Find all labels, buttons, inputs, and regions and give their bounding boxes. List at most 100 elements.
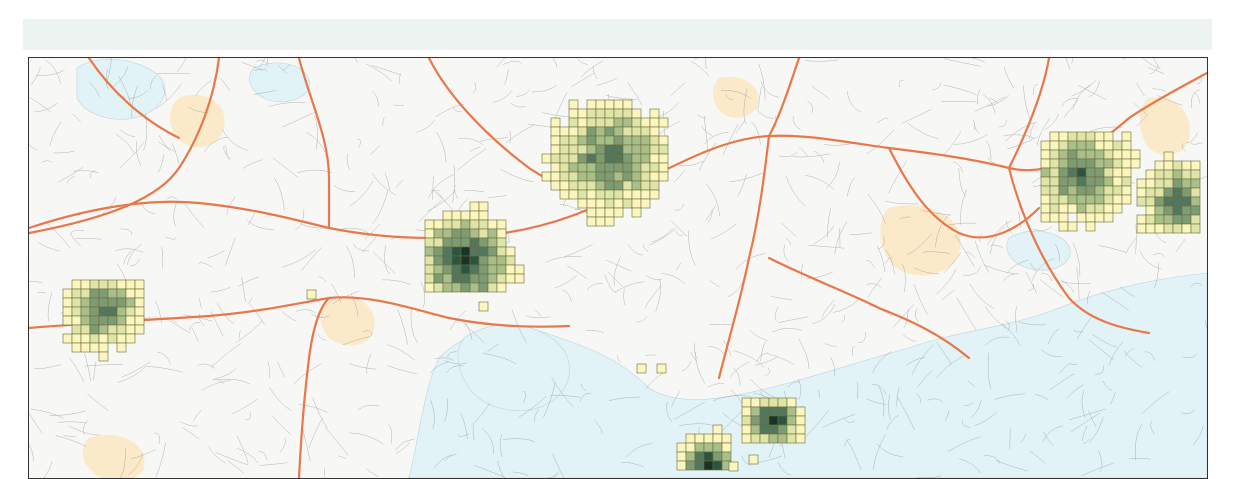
grid-cell: [1050, 213, 1059, 222]
grid-cell: [117, 334, 126, 343]
grid-cell: [434, 274, 443, 283]
grid-cell: [1095, 150, 1104, 159]
grid-cell: [1059, 168, 1068, 177]
grid-cell: [90, 316, 99, 325]
grid-cell: [641, 181, 650, 190]
grid-cell: [677, 443, 686, 452]
grid-cell: [1182, 215, 1191, 224]
grid-cell: [704, 443, 713, 452]
grid-cell: [117, 280, 126, 289]
grid-cell: [425, 229, 434, 238]
grid-cell: [1095, 159, 1104, 168]
grid-cell: [578, 145, 587, 154]
grid-cell: [614, 154, 623, 163]
grid-cell: [623, 181, 632, 190]
grid-cell: [729, 462, 738, 471]
grid-cell: [713, 461, 722, 470]
grid-cell: [470, 202, 479, 211]
grid-cell: [434, 265, 443, 274]
grid-cell: [1086, 168, 1095, 177]
grid-cell: [578, 154, 587, 163]
grid-cell: [1122, 195, 1131, 204]
grid-cell: [587, 208, 596, 217]
grid-cell: [90, 334, 99, 343]
grid-cell: [650, 190, 659, 199]
grid-cell: [578, 199, 587, 208]
grid-cell: [659, 163, 668, 172]
grid-cell: [769, 416, 778, 425]
grid-cell: [479, 256, 488, 265]
grid-cell: [1068, 204, 1077, 213]
grid-cell: [778, 398, 787, 407]
grid-cell: [551, 127, 560, 136]
grid-cell: [1086, 177, 1095, 186]
grid-cell: [117, 325, 126, 334]
grid-cell: [81, 343, 90, 352]
grid-cell: [1059, 222, 1068, 231]
grid-cell: [587, 181, 596, 190]
grid-cell: [769, 434, 778, 443]
grid-cell: [1137, 215, 1146, 224]
grid-cell: [587, 118, 596, 127]
grid-cell: [90, 343, 99, 352]
grid-cell: [488, 283, 497, 292]
grid-cell: [497, 247, 506, 256]
grid-cell: [751, 398, 760, 407]
grid-cell: [515, 265, 524, 274]
grid-cell: [1095, 204, 1104, 213]
grid-cell: [452, 283, 461, 292]
grid-cell: [632, 109, 641, 118]
grid-cell: [452, 211, 461, 220]
grid-cell: [742, 416, 751, 425]
grid-cell: [686, 434, 695, 443]
grid-cell: [497, 238, 506, 247]
grid-cell: [641, 118, 650, 127]
grid-cell: [1146, 170, 1155, 179]
grid-cell: [1095, 213, 1104, 222]
grid-cell: [605, 172, 614, 181]
grid-cell: [569, 190, 578, 199]
grid-cell: [99, 307, 108, 316]
grid-cell: [1041, 186, 1050, 195]
grid-cell: [126, 334, 135, 343]
grid-cell: [659, 136, 668, 145]
grid-cell: [641, 199, 650, 208]
grid-cell: [659, 154, 668, 163]
grid-cell: [1086, 204, 1095, 213]
grid-cell: [1173, 197, 1182, 206]
grid-cell: [90, 289, 99, 298]
grid-cell: [1164, 179, 1173, 188]
grid-cell: [117, 307, 126, 316]
grid-cell: [1182, 170, 1191, 179]
grid-cell: [63, 289, 72, 298]
grid-cell: [1041, 195, 1050, 204]
grid-cell: [623, 145, 632, 154]
grid-cell: [1086, 195, 1095, 204]
grid-cell: [488, 274, 497, 283]
grid-cell: [1077, 177, 1086, 186]
grid-cell: [1122, 159, 1131, 168]
map-canvas[interactable]: [28, 57, 1208, 479]
grid-cell: [1095, 141, 1104, 150]
grid-cell: [425, 265, 434, 274]
grid-cell: [1164, 152, 1173, 161]
grid-cell: [632, 199, 641, 208]
grid-cell: [650, 109, 659, 118]
grid-cell: [1068, 222, 1077, 231]
grid-cell: [650, 154, 659, 163]
grid-cell: [1191, 179, 1200, 188]
grid-cell: [1122, 186, 1131, 195]
grid-cell: [135, 316, 144, 325]
grid-cell: [551, 172, 560, 181]
grid-cell: [81, 298, 90, 307]
grid-cell: [623, 172, 632, 181]
grid-cell: [632, 136, 641, 145]
grid-cell: [632, 190, 641, 199]
grid-cell: [1104, 141, 1113, 150]
grid-cell: [560, 154, 569, 163]
grid-cell: [569, 163, 578, 172]
grid-cell: [1173, 206, 1182, 215]
grid-cell: [1068, 195, 1077, 204]
grid-cell: [605, 100, 614, 109]
grid-cell: [443, 220, 452, 229]
